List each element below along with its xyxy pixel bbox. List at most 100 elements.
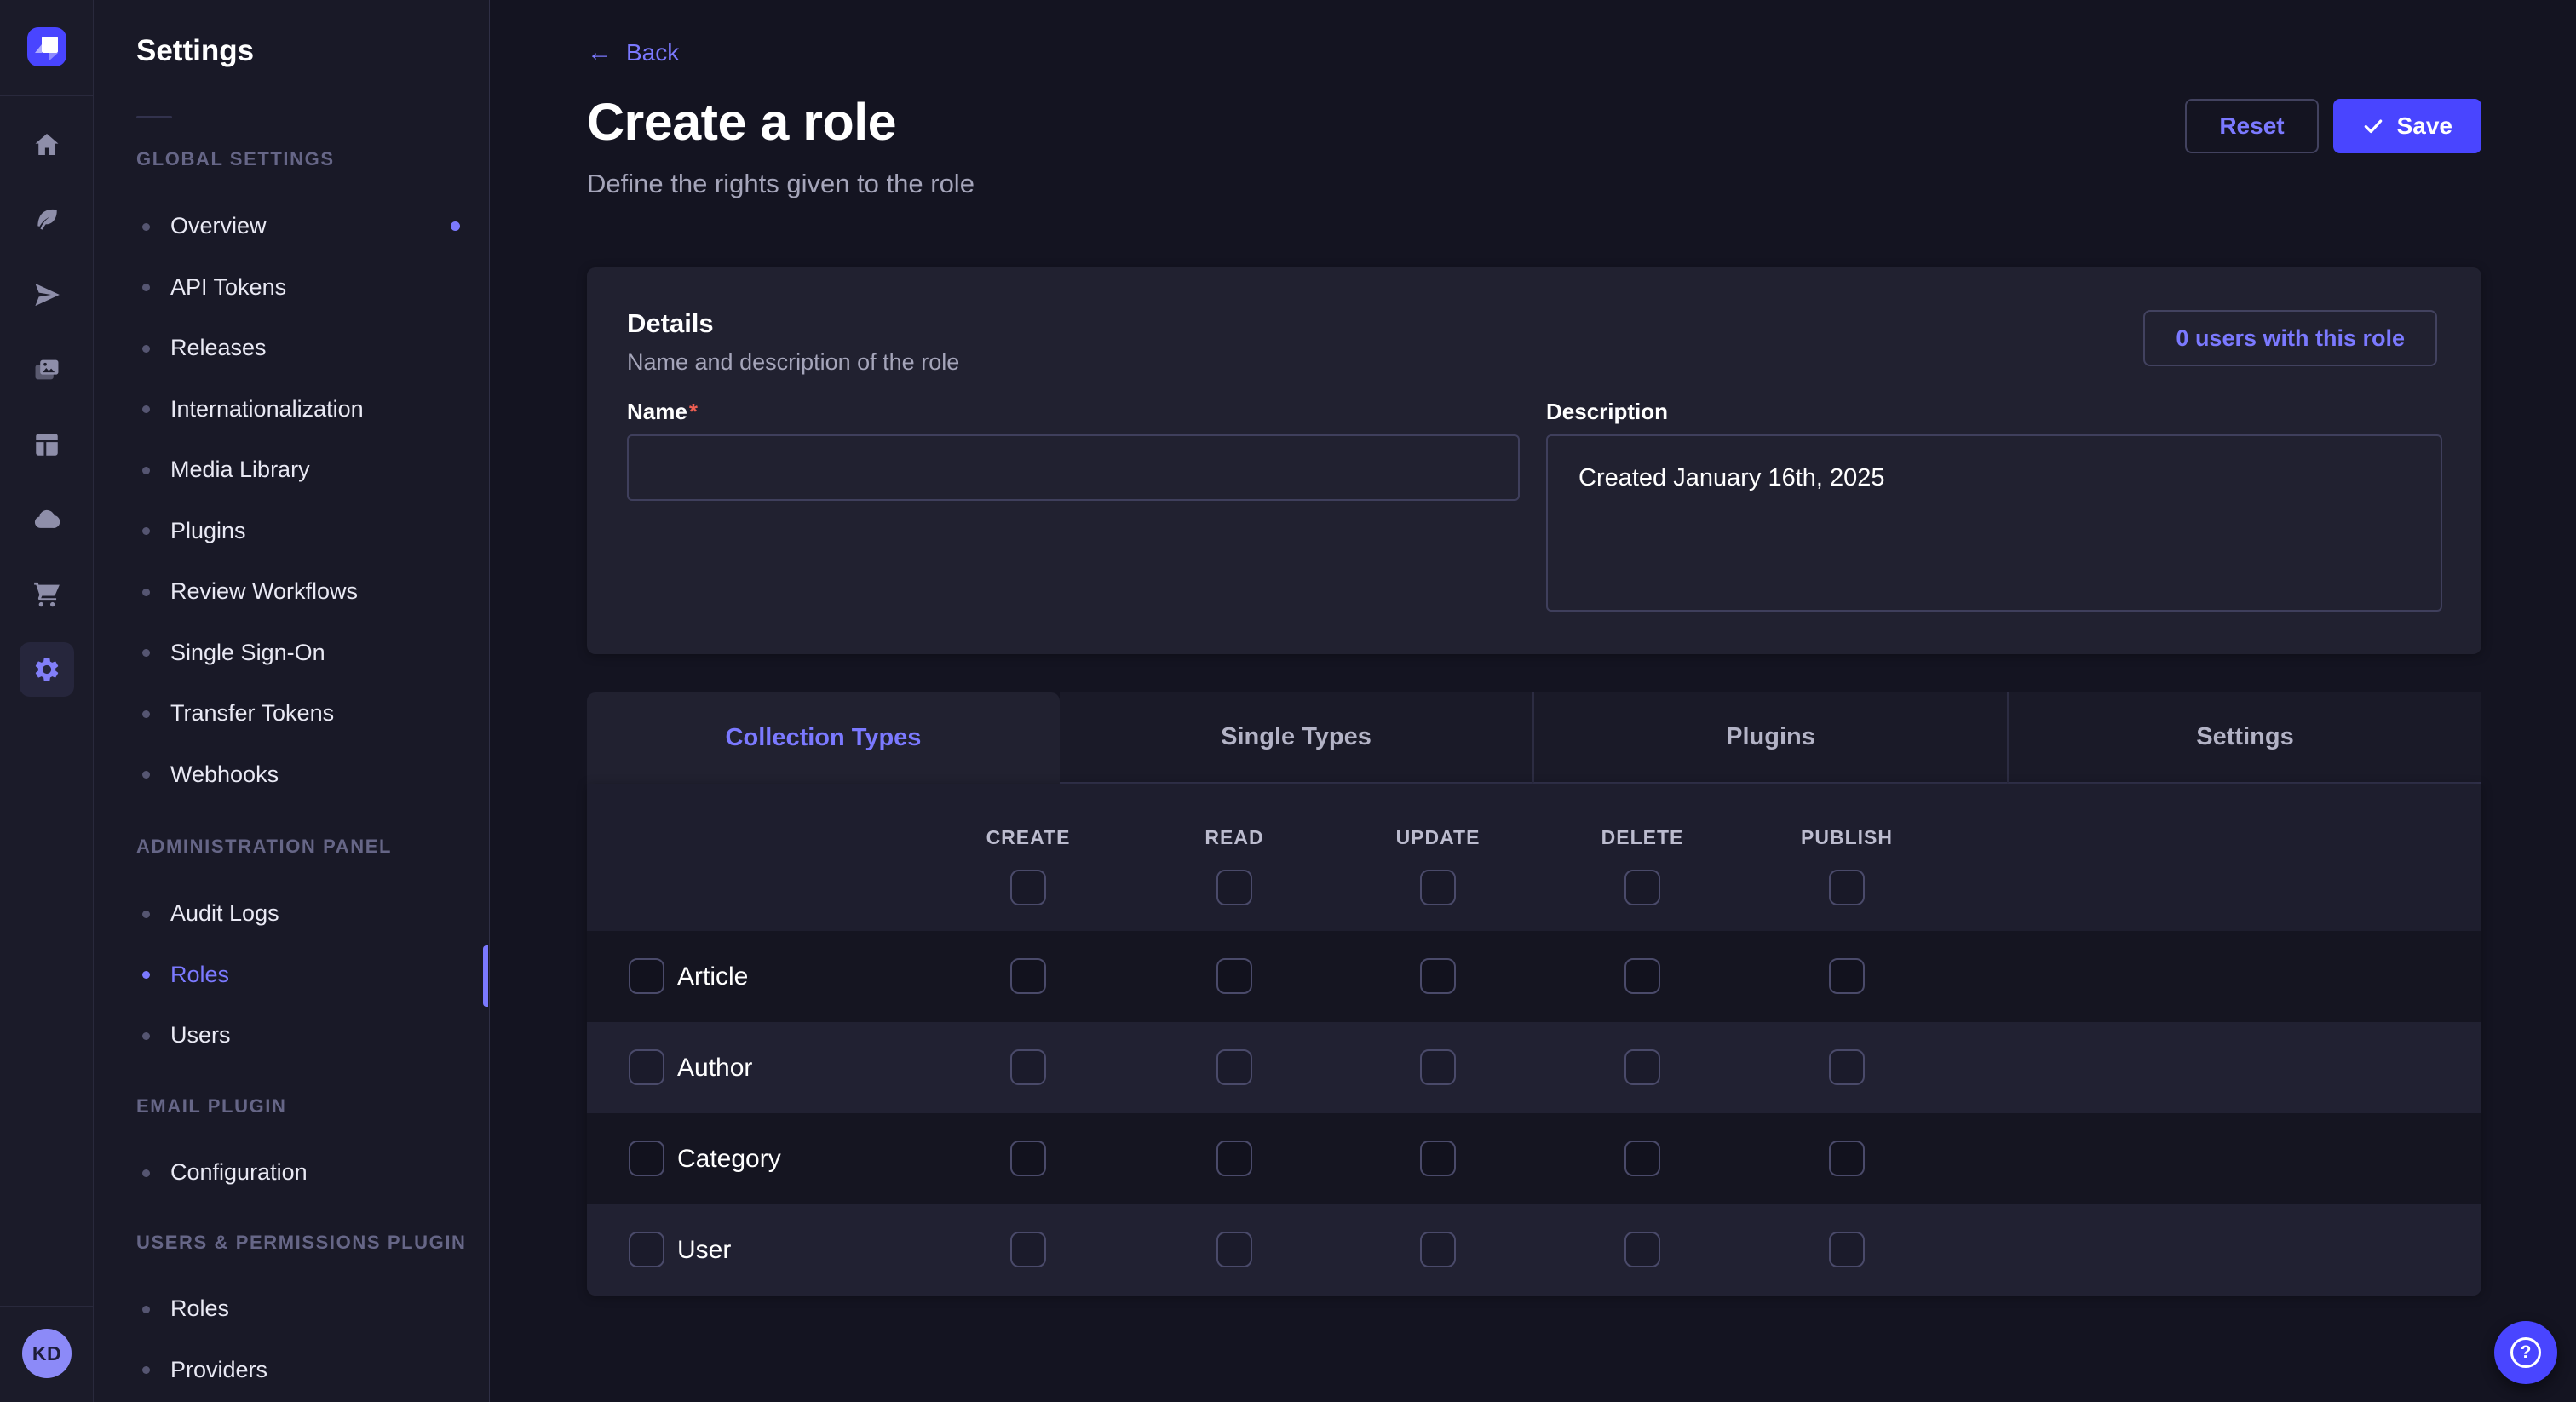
sidebar-item-users[interactable]: Users [94, 1005, 489, 1066]
sidebar-item-label: Transfer Tokens [170, 700, 334, 727]
back-link[interactable]: ← Back [587, 39, 679, 66]
sidebar-item-webhooks[interactable]: Webhooks [94, 744, 489, 806]
name-label: Name* [627, 399, 698, 425]
permission-checkbox-update[interactable] [1420, 1049, 1456, 1085]
select-all-update-checkbox[interactable] [1420, 870, 1456, 905]
settings-gear-icon[interactable] [20, 642, 74, 697]
home-icon[interactable] [0, 130, 94, 159]
tab-plugins[interactable]: Plugins [1532, 692, 2007, 784]
sidebar-item-audit-logs[interactable]: Audit Logs [94, 883, 489, 945]
permission-checkbox-create[interactable] [1010, 1232, 1046, 1267]
permission-checkbox-publish[interactable] [1829, 1049, 1865, 1085]
description-field[interactable]: Created January 16th, 2025 [1546, 434, 2442, 612]
select-all-publish-checkbox[interactable] [1829, 870, 1865, 905]
column-header-delete: DELETE [1601, 826, 1684, 849]
sidebar-item-label: API Tokens [170, 274, 286, 301]
select-all-read-checkbox[interactable] [1216, 870, 1252, 905]
cart-icon[interactable] [0, 580, 94, 609]
permission-checkbox-delete[interactable] [1624, 1141, 1660, 1176]
tab-single-types[interactable]: Single Types [1060, 692, 1532, 784]
save-label: Save [2397, 112, 2452, 140]
select-row-checkbox[interactable] [629, 1049, 664, 1085]
bullet-icon [142, 1169, 150, 1177]
sidebar-item-label: Roles [170, 962, 229, 988]
sidebar-item-plugins[interactable]: Plugins [94, 501, 489, 562]
back-label: Back [626, 39, 679, 66]
details-subtitle: Name and description of the role [627, 349, 959, 376]
sidebar-item-review-workflows[interactable]: Review Workflows [94, 561, 489, 623]
sidebar-item-label: Plugins [170, 518, 246, 544]
select-all-create-checkbox[interactable] [1010, 870, 1046, 905]
permission-checkbox-update[interactable] [1420, 958, 1456, 994]
permission-checkbox-read[interactable] [1216, 1141, 1252, 1176]
permission-checkbox-delete[interactable] [1624, 1049, 1660, 1085]
row-label: Author [677, 1054, 752, 1083]
select-all-delete-checkbox[interactable] [1624, 870, 1660, 905]
layout-icon[interactable] [0, 430, 94, 459]
bullet-icon [142, 345, 150, 353]
back-arrow-icon: ← [587, 40, 612, 66]
permission-checkbox-update[interactable] [1420, 1232, 1456, 1267]
question-mark-icon: ? [2510, 1337, 2541, 1368]
permission-checkbox-read[interactable] [1216, 1049, 1252, 1085]
permission-checkbox-publish[interactable] [1829, 1232, 1865, 1267]
feather-icon[interactable] [0, 205, 94, 234]
column-header-read: READ [1205, 826, 1263, 849]
permission-checkbox-delete[interactable] [1624, 958, 1660, 994]
help-button[interactable]: ? [2494, 1321, 2557, 1384]
avatar[interactable]: KD [22, 1329, 72, 1378]
table-row-author: Author [587, 1022, 2481, 1113]
select-row-checkbox[interactable] [629, 958, 664, 994]
column-header-create: CREATE [986, 826, 1071, 849]
permission-checkbox-read[interactable] [1216, 1232, 1252, 1267]
select-row-checkbox[interactable] [629, 1232, 664, 1267]
sidebar-item-label: Releases [170, 335, 267, 361]
permissions-panel: CREATE READ UPDATE DELETE PUBLISH Articl… [587, 784, 2481, 1296]
tab-collection-types[interactable]: Collection Types [587, 692, 1060, 784]
sidebar-item-roles-admin[interactable]: Roles [94, 945, 489, 1006]
users-with-role-button[interactable]: 0 users with this role [2143, 310, 2437, 366]
sidebar-item-roles-up[interactable]: Roles [94, 1278, 489, 1340]
sidebar-item-configuration[interactable]: Configuration [94, 1142, 489, 1204]
details-title: Details [627, 308, 714, 339]
select-row-checkbox[interactable] [629, 1141, 664, 1176]
sidebar-item-single-sign-on[interactable]: Single Sign-On [94, 623, 489, 684]
administration-panel-list: Audit Logs Roles Users [94, 883, 489, 1066]
bullet-icon [142, 284, 150, 291]
sidebar-item-internationalization[interactable]: Internationalization [94, 379, 489, 440]
permission-checkbox-delete[interactable] [1624, 1232, 1660, 1267]
section-label-email-plugin: EMAIL PLUGIN [136, 1095, 286, 1118]
page-subtitle: Define the rights given to the role [587, 169, 975, 199]
details-card: Details Name and description of the role… [587, 267, 2481, 654]
permission-checkbox-read[interactable] [1216, 958, 1252, 994]
bullet-icon [142, 467, 150, 474]
tab-settings[interactable]: Settings [2007, 692, 2481, 784]
sidebar-item-overview[interactable]: Overview [94, 196, 489, 257]
sidebar-item-label: Users [170, 1022, 231, 1049]
permission-checkbox-publish[interactable] [1829, 958, 1865, 994]
sidebar-item-transfer-tokens[interactable]: Transfer Tokens [94, 683, 489, 744]
sidebar-item-providers[interactable]: Providers [94, 1340, 489, 1401]
table-row-user: User [587, 1204, 2481, 1296]
reset-button[interactable]: Reset [2185, 99, 2318, 153]
permission-checkbox-create[interactable] [1010, 1049, 1046, 1085]
column-header-publish: PUBLISH [1801, 826, 1893, 849]
send-icon[interactable] [0, 280, 94, 309]
save-button[interactable]: Save [2333, 99, 2481, 153]
permission-checkbox-update[interactable] [1420, 1141, 1456, 1176]
permissions-tabs: Collection Types Single Types Plugins Se… [587, 692, 2481, 784]
bullet-icon [142, 710, 150, 718]
permission-checkbox-publish[interactable] [1829, 1141, 1865, 1176]
name-field[interactable] [627, 434, 1520, 501]
rail-divider [0, 95, 94, 96]
cloud-icon[interactable] [0, 505, 94, 534]
strapi-logo[interactable] [27, 27, 66, 66]
active-item-indicator [483, 945, 488, 1007]
sidebar-item-api-tokens[interactable]: API Tokens [94, 257, 489, 319]
sidebar-item-media-library[interactable]: Media Library [94, 440, 489, 501]
sidebar-item-releases[interactable]: Releases [94, 318, 489, 379]
permission-checkbox-create[interactable] [1010, 1141, 1046, 1176]
media-library-icon[interactable] [0, 355, 94, 384]
permission-checkbox-create[interactable] [1010, 958, 1046, 994]
bullet-icon [142, 1032, 150, 1040]
